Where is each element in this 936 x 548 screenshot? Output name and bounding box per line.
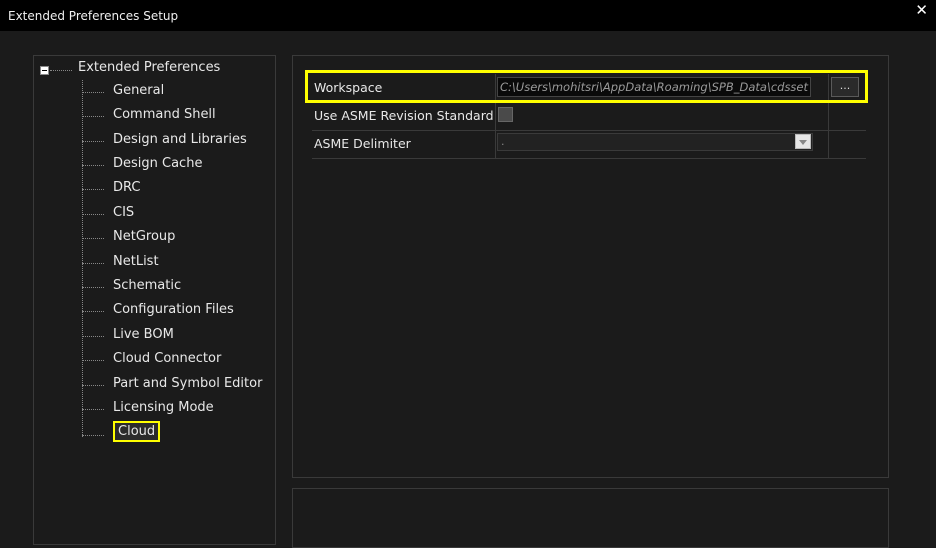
- tree-connector: [82, 263, 104, 264]
- tree-connector: [82, 336, 104, 337]
- tree-item-label: Design and Libraries: [113, 132, 247, 147]
- tree-item-netlist[interactable]: NetList: [82, 252, 272, 274]
- tree-item-cloud[interactable]: Cloud: [82, 421, 272, 446]
- tree-connector: [82, 189, 104, 190]
- tree-item-label: Design Cache: [113, 156, 203, 171]
- tree-item-label: General: [113, 83, 165, 98]
- tree-item-part-and-symbol-editor[interactable]: Part and Symbol Editor: [82, 374, 272, 396]
- tree-connector: [82, 92, 104, 93]
- tree-item-label: Command Shell: [113, 107, 216, 122]
- description-panel: [292, 488, 889, 548]
- tree-connector: [82, 287, 104, 288]
- tree-root-extended-preferences[interactable]: Extended Preferences: [78, 60, 220, 75]
- column-divider: [828, 130, 829, 158]
- tree-item-label: Cloud Connector: [113, 351, 222, 366]
- tree-item-configuration-files[interactable]: Configuration Files: [82, 300, 272, 322]
- tree-connector: [82, 141, 104, 142]
- tree-item-label: NetList: [113, 254, 159, 269]
- tree-item-label: Configuration Files: [113, 302, 234, 317]
- tree-connector: [82, 409, 104, 410]
- tree-connector: [82, 435, 104, 436]
- tree-item-netgroup[interactable]: NetGroup: [82, 227, 272, 249]
- tree-item-cis[interactable]: CIS: [82, 203, 272, 225]
- close-icon[interactable]: ✕: [915, 1, 928, 19]
- tree-item-live-bom[interactable]: Live BOM: [82, 325, 272, 347]
- tree-item-drc[interactable]: DRC: [82, 178, 272, 200]
- tree-item-design-cache[interactable]: Design Cache: [82, 154, 272, 176]
- column-divider: [495, 130, 496, 158]
- chevron-down-icon[interactable]: [795, 134, 811, 149]
- tree-item-schematic[interactable]: Schematic: [82, 276, 272, 298]
- tree-item-label: Live BOM: [113, 327, 174, 342]
- tree-connector: [82, 360, 104, 361]
- property-row-asme-revision: Use ASME Revision Standard: [312, 102, 866, 131]
- column-divider: [828, 102, 829, 130]
- tree-item-label: Licensing Mode: [113, 400, 214, 415]
- tree-connector: [82, 214, 104, 215]
- tree-connector: [50, 70, 72, 71]
- asme-revision-checkbox[interactable]: [498, 107, 513, 122]
- tree-item-label: DRC: [113, 180, 141, 195]
- tree-item-label: Schematic: [113, 278, 182, 293]
- tree-item-licensing-mode[interactable]: Licensing Mode: [82, 398, 272, 420]
- tree-item-cloud-connector[interactable]: Cloud Connector: [82, 349, 272, 371]
- column-divider: [495, 102, 496, 130]
- workspace-highlight: [305, 70, 868, 103]
- tree-item-label: Part and Symbol Editor: [113, 376, 263, 391]
- window-title: Extended Preferences Setup: [8, 9, 179, 23]
- tree-connector: [82, 238, 104, 239]
- tree-item-general[interactable]: General: [82, 81, 272, 103]
- title-bar: Extended Preferences Setup ✕: [0, 0, 936, 31]
- tree-connector: [82, 116, 104, 117]
- tree-item-label: Cloud: [112, 421, 161, 442]
- tree-item-label: CIS: [113, 205, 135, 220]
- asme-delimiter-select[interactable]: .: [497, 133, 813, 151]
- asme-delimiter-label: ASME Delimiter: [314, 136, 411, 151]
- asme-revision-label: Use ASME Revision Standard: [314, 108, 494, 123]
- tree-connector: [82, 165, 104, 166]
- tree-item-command-shell[interactable]: Command Shell: [82, 105, 272, 127]
- tree-item-design-and-libraries[interactable]: Design and Libraries: [82, 130, 272, 152]
- tree-connector: [82, 311, 104, 312]
- tree-item-label: NetGroup: [113, 229, 176, 244]
- collapse-toggle-icon[interactable]: [40, 66, 49, 75]
- tree-connector: [82, 385, 104, 386]
